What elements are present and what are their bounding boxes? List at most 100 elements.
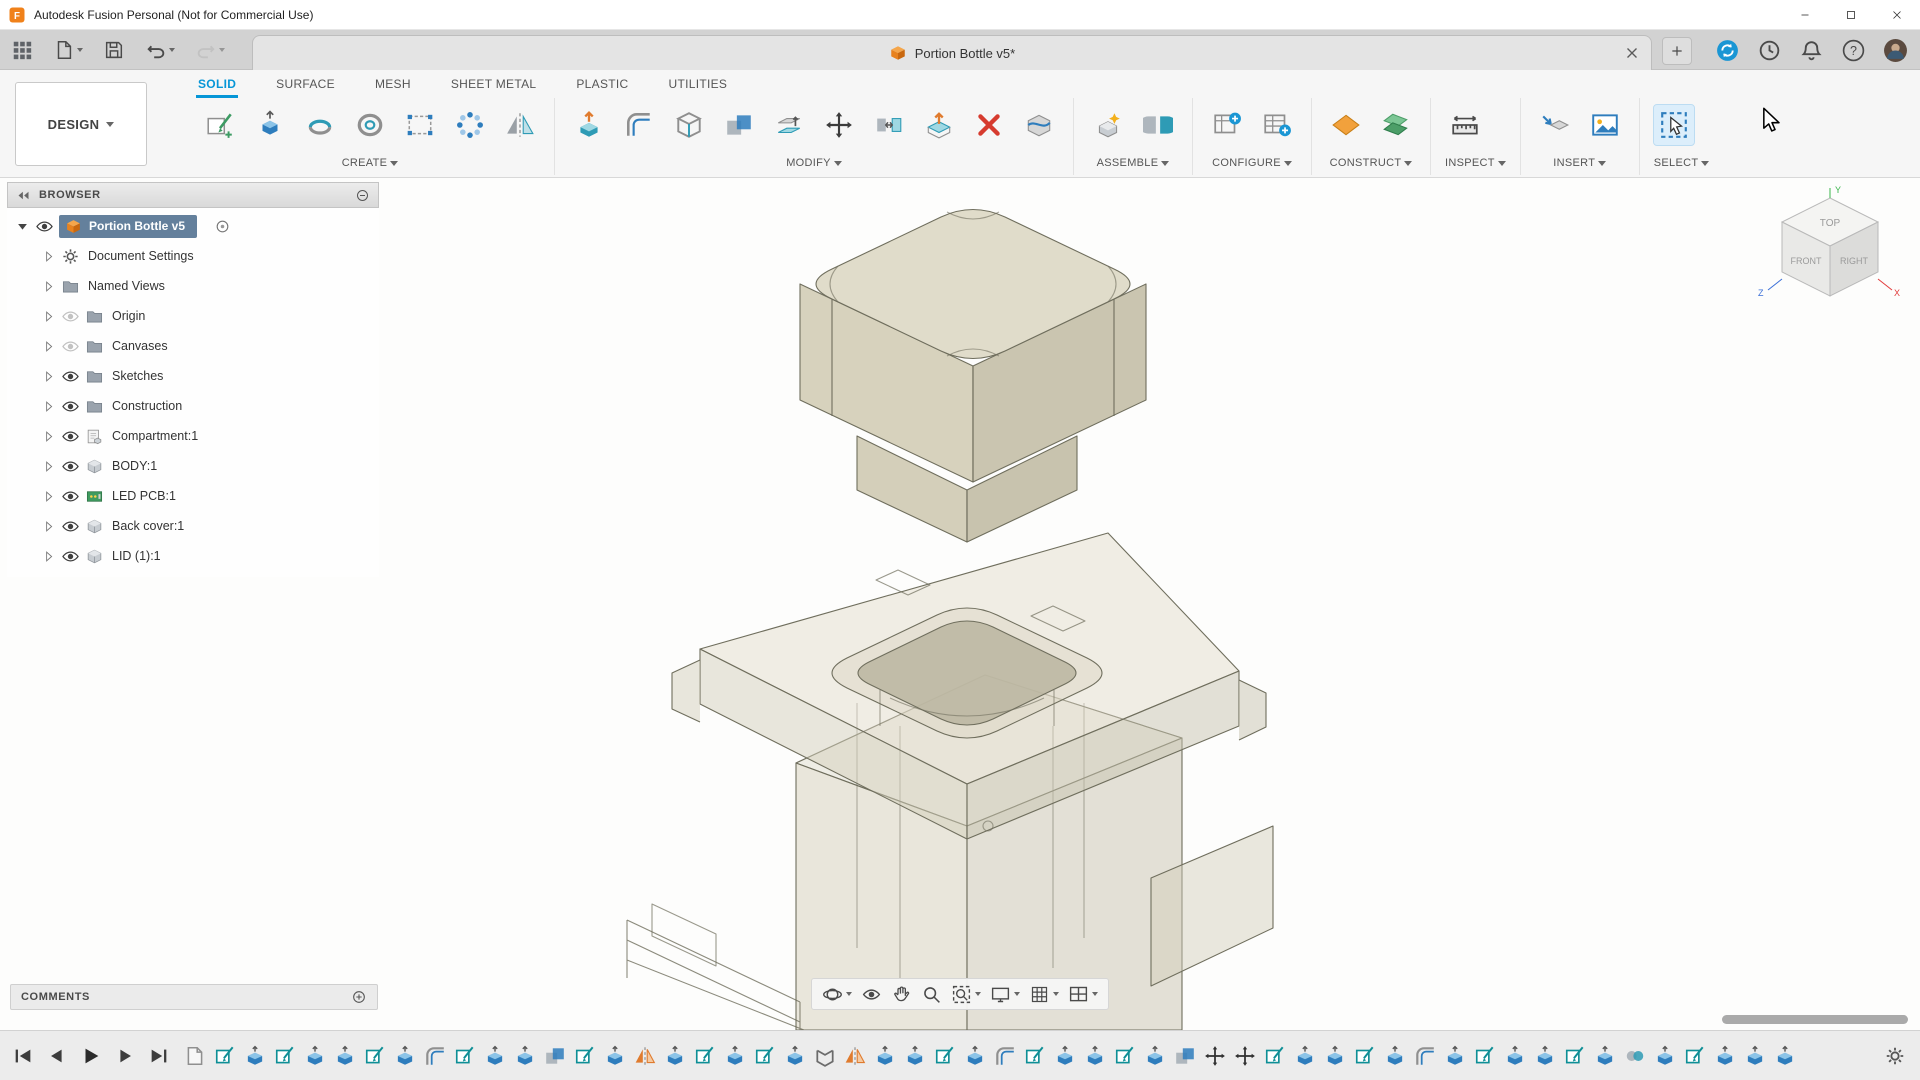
ribbon-group-modify-dropdown[interactable]: MODIFY — [569, 152, 1059, 174]
timeline-feature-sketch[interactable] — [1684, 1045, 1706, 1067]
configuration-button[interactable] — [1207, 105, 1247, 145]
grid-display-button[interactable] — [1029, 984, 1059, 1005]
ribbon-group-select-dropdown[interactable]: SELECT — [1654, 152, 1710, 174]
visibility-toggle-icon[interactable] — [61, 367, 80, 386]
close-button[interactable] — [1874, 0, 1920, 30]
timeline-feature-joint[interactable] — [1624, 1045, 1646, 1067]
timeline-feature-component[interactable] — [184, 1045, 206, 1067]
timeline-scrollbar[interactable] — [1722, 1015, 1908, 1024]
help-button[interactable]: ? — [1841, 38, 1866, 63]
timeline-feature-extrude[interactable] — [1384, 1045, 1406, 1067]
configuration-table-button[interactable] — [1257, 105, 1297, 145]
timeline-feature-extrude[interactable] — [1084, 1045, 1106, 1067]
create-sketch-button[interactable] — [200, 105, 240, 145]
timeline-feature-extrude[interactable] — [1774, 1045, 1796, 1067]
undo-button[interactable] — [142, 36, 178, 64]
timeline-feature-move[interactable] — [1234, 1045, 1256, 1067]
timeline-feature-sketch[interactable] — [214, 1045, 236, 1067]
tab-close-icon[interactable] — [1623, 44, 1641, 62]
timeline-feature-sketch[interactable] — [1354, 1045, 1376, 1067]
expand-arrow-icon[interactable] — [41, 459, 56, 474]
timeline-feature-sketch[interactable] — [274, 1045, 296, 1067]
comments-bar[interactable]: COMMENTS — [10, 984, 378, 1010]
timeline-feature-sketch[interactable] — [454, 1045, 476, 1067]
browser-item-compartment-1[interactable]: Compartment:1 — [7, 421, 379, 451]
browser-item-construction[interactable]: Construction — [7, 391, 379, 421]
visibility-toggle-icon[interactable] — [61, 517, 80, 536]
split-body-button[interactable] — [1019, 105, 1059, 145]
timeline-feature-sketch[interactable] — [1024, 1045, 1046, 1067]
ribbon-group-insert-dropdown[interactable]: INSERT — [1535, 152, 1625, 174]
combine-button[interactable] — [719, 105, 759, 145]
expand-arrow-icon[interactable] — [41, 429, 56, 444]
visibility-toggle-icon[interactable] — [61, 427, 80, 446]
move-button[interactable] — [819, 105, 859, 145]
timeline-feature-extrude[interactable] — [724, 1045, 746, 1067]
ribbon-group-configure-dropdown[interactable]: CONFIGURE — [1207, 152, 1297, 174]
look-at-button[interactable] — [861, 984, 882, 1005]
expand-arrow-icon[interactable] — [41, 339, 56, 354]
maximize-button[interactable] — [1828, 0, 1874, 30]
timeline-feature-move[interactable] — [1204, 1045, 1226, 1067]
select-cursor-button[interactable] — [1652, 104, 1695, 146]
browser-item-body-1[interactable]: BODY:1 — [7, 451, 379, 481]
timeline-feature-sketch[interactable] — [1564, 1045, 1586, 1067]
timeline-feature-combine[interactable] — [1174, 1045, 1196, 1067]
mirror-button[interactable] — [500, 105, 540, 145]
collapse-panel-icon[interactable] — [16, 188, 31, 203]
timeline-feature-extrude[interactable] — [1744, 1045, 1766, 1067]
insert-image-button[interactable] — [1585, 105, 1625, 145]
timeline-feature-extrude[interactable] — [604, 1045, 626, 1067]
expand-arrow-icon[interactable] — [41, 309, 56, 324]
extrude-button[interactable] — [250, 105, 290, 145]
timeline-feature-sketch[interactable] — [754, 1045, 776, 1067]
timeline-skip-end-button[interactable] — [148, 1045, 170, 1067]
timeline-feature-extrude[interactable] — [1144, 1045, 1166, 1067]
timeline-feature-extrude[interactable] — [334, 1045, 356, 1067]
ribbon-tab-surface[interactable]: SURFACE — [274, 75, 337, 98]
visibility-toggle-icon[interactable] — [61, 547, 80, 566]
visibility-toggle-icon[interactable] — [61, 487, 80, 506]
browser-item-origin[interactable]: Origin — [7, 301, 379, 331]
browser-root-item[interactable]: Portion Bottle v5 — [7, 211, 379, 241]
expand-arrow-icon[interactable] — [41, 489, 56, 504]
browser-root-chip[interactable]: Portion Bottle v5 — [59, 214, 198, 238]
timeline-feature-extrude[interactable] — [784, 1045, 806, 1067]
extensions-button[interactable] — [1715, 38, 1740, 63]
timeline-feature-extrude[interactable] — [1654, 1045, 1676, 1067]
ribbon-tab-sheet-metal[interactable]: SHEET METAL — [449, 75, 539, 98]
view-cube-top-label[interactable]: TOP — [1820, 218, 1841, 229]
revolve-button[interactable] — [300, 105, 340, 145]
coil-button[interactable] — [350, 105, 390, 145]
viewport[interactable]: TOP FRONT RIGHT Y X Z BROWSER Portion Bo… — [0, 178, 1920, 1030]
align-button[interactable] — [869, 105, 909, 145]
timeline-feature-sketch[interactable] — [1474, 1045, 1496, 1067]
activate-component-radio[interactable] — [214, 218, 231, 235]
timeline-feature-extrude[interactable] — [664, 1045, 686, 1067]
browser-item-canvases[interactable]: Canvases — [7, 331, 379, 361]
avatar-button[interactable] — [1883, 38, 1908, 63]
timeline-feature-sketch[interactable] — [934, 1045, 956, 1067]
browser-item-back-cover-1[interactable]: Back cover:1 — [7, 511, 379, 541]
expand-arrow-icon[interactable] — [41, 249, 56, 264]
pan-button[interactable] — [891, 984, 912, 1005]
expand-arrow-icon[interactable] — [41, 369, 56, 384]
construct-planes-button[interactable] — [1376, 105, 1416, 145]
zoom-button[interactable] — [921, 984, 942, 1005]
viewports-button[interactable] — [1068, 984, 1098, 1005]
timeline-feature-sketch[interactable] — [1114, 1045, 1136, 1067]
timeline-feature-extrude[interactable] — [904, 1045, 926, 1067]
redo-button[interactable] — [192, 36, 228, 64]
fit-button[interactable] — [951, 984, 981, 1005]
timeline-feature-combine[interactable] — [544, 1045, 566, 1067]
document-tab[interactable]: Portion Bottle v5* — [252, 35, 1652, 70]
timeline-feature-extrude[interactable] — [394, 1045, 416, 1067]
pattern-circular-button[interactable] — [450, 105, 490, 145]
visibility-toggle-icon[interactable] — [61, 397, 80, 416]
timeline-feature-sketch[interactable] — [1264, 1045, 1286, 1067]
offset-face-button[interactable] — [769, 105, 809, 145]
timeline-feature-extrude[interactable] — [1594, 1045, 1616, 1067]
visibility-toggle-icon[interactable] — [35, 217, 54, 236]
timeline-feature-mirror[interactable] — [844, 1045, 866, 1067]
visibility-toggle-icon[interactable] — [61, 457, 80, 476]
